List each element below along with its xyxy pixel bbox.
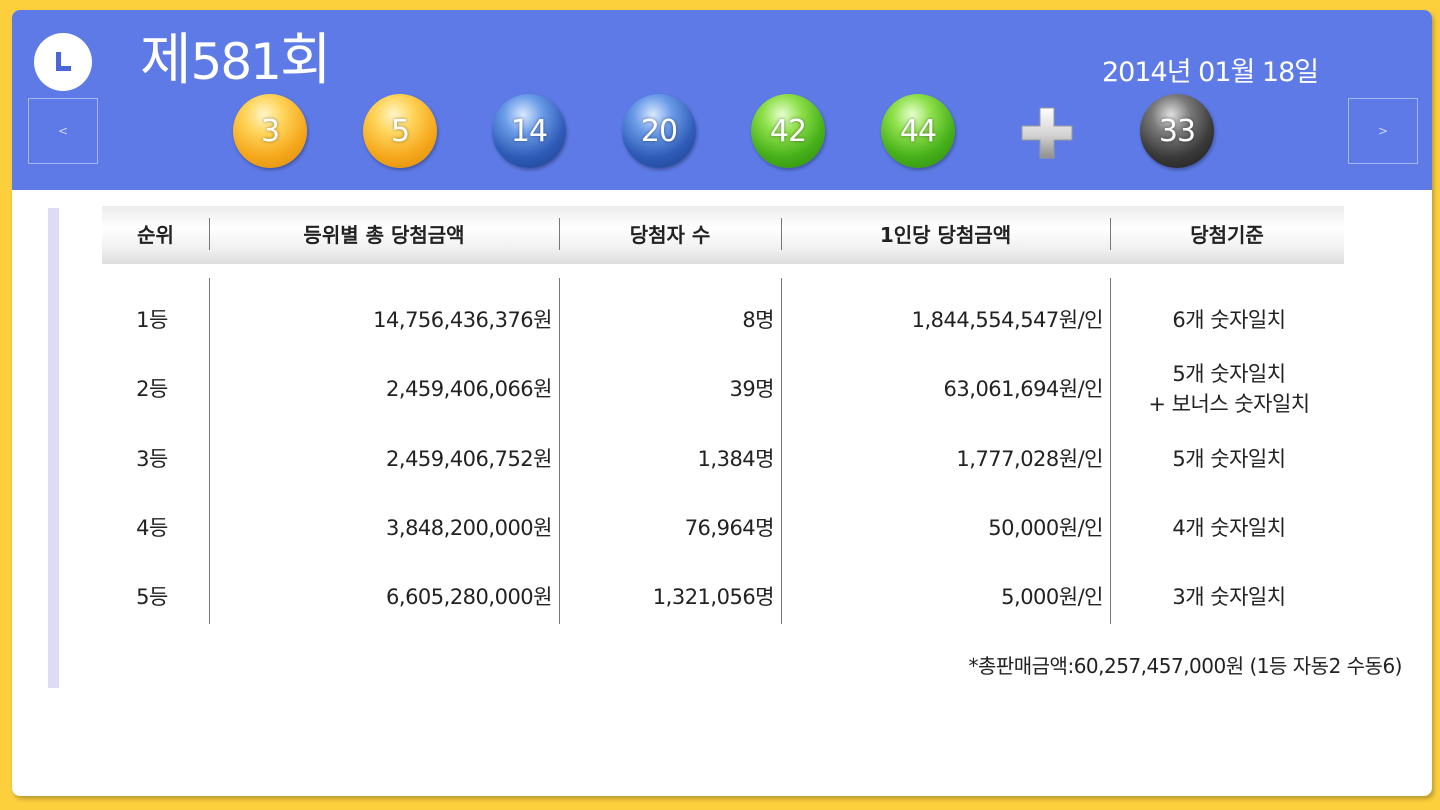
rank-cell: 1등 xyxy=(136,308,168,332)
per-person-cell: 1,777,028원/인 xyxy=(956,447,1103,471)
table-header: 순위 등위별 총 당첨금액 당첨자 수 1인당 당첨금액 당첨기준 xyxy=(102,206,1344,264)
side-accent-bar xyxy=(48,208,59,688)
total-prize-cell: 2,459,406,066원 xyxy=(386,377,552,401)
chevron-right-icon: > xyxy=(1377,124,1389,138)
header-divider xyxy=(1110,218,1111,250)
rank-cell: 2등 xyxy=(136,377,168,401)
rank-cell: 3등 xyxy=(136,447,168,471)
bonus-ball: 33 xyxy=(1140,94,1214,168)
winning-ball-3: 14 xyxy=(492,94,566,168)
header-total-prize: 등위별 총 당첨금액 xyxy=(303,223,465,247)
winner-count-cell: 1,384명 xyxy=(697,447,775,471)
column-divider xyxy=(781,278,782,624)
next-draw-button[interactable]: > xyxy=(1348,98,1418,164)
header-per-person: 1인당 당첨금액 xyxy=(879,223,1012,247)
total-sales-note: *총판매금액:60,257,457,000원 (1등 자동2 수동6) xyxy=(968,654,1402,678)
criteria-cell: 5개 숫자일치 xyxy=(1172,447,1286,471)
header-criteria: 당첨기준 xyxy=(1190,223,1264,247)
winner-count-cell: 8명 xyxy=(742,308,774,332)
total-prize-cell: 2,459,406,752원 xyxy=(386,447,552,471)
winning-ball-1: 3 xyxy=(233,94,307,168)
header-divider xyxy=(781,218,782,250)
criteria-cell: 6개 숫자일치 xyxy=(1172,308,1286,332)
lotto-logo-icon xyxy=(34,33,92,91)
total-prize-cell: 3,848,200,000원 xyxy=(386,516,552,540)
winner-count-cell: 39명 xyxy=(729,377,774,401)
draw-title-suffix: 회 xyxy=(279,28,332,93)
plus-icon xyxy=(1021,107,1073,159)
winning-ball-6: 44 xyxy=(881,94,955,168)
rank-cell: 5등 xyxy=(136,585,168,609)
draw-title-prefix: 제 xyxy=(140,28,192,93)
header-rank: 순위 xyxy=(137,223,174,247)
criteria-cell: 4개 숫자일치 xyxy=(1172,516,1286,540)
header-divider xyxy=(209,218,210,250)
winning-ball-2: 5 xyxy=(363,94,437,168)
total-prize-cell: 14,756,436,376원 xyxy=(373,308,552,332)
draw-title: 제581회 xyxy=(140,26,331,96)
result-card: 제581회 2014년 01월 18일 < > 3 5 14 20 42 44 … xyxy=(12,10,1432,796)
winning-ball-4: 20 xyxy=(622,94,696,168)
criteria-bonus-cell: + 보너스 숫자일치 xyxy=(1148,392,1310,416)
draw-number: 581 xyxy=(190,33,282,91)
chevron-left-icon: < xyxy=(57,124,69,138)
rank-cell: 4등 xyxy=(136,516,168,540)
draw-date: 2014년 01월 18일 xyxy=(1102,57,1319,88)
winner-count-cell: 1,321,056명 xyxy=(652,585,775,609)
winning-ball-5: 42 xyxy=(751,94,825,168)
per-person-cell: 50,000원/인 xyxy=(988,516,1103,540)
per-person-cell: 63,061,694원/인 xyxy=(943,377,1104,401)
header-winner-count: 당첨자 수 xyxy=(629,223,711,247)
header-divider xyxy=(559,218,560,250)
total-prize-cell: 6,605,280,000원 xyxy=(386,585,552,609)
column-divider xyxy=(209,278,210,624)
column-divider xyxy=(1110,278,1111,624)
per-person-cell: 1,844,554,547원/인 xyxy=(911,308,1104,332)
winner-count-cell: 76,964명 xyxy=(684,516,775,540)
prev-draw-button[interactable]: < xyxy=(28,98,98,164)
column-divider xyxy=(559,278,560,624)
per-person-cell: 5,000원/인 xyxy=(1001,585,1103,609)
draw-header: 제581회 2014년 01월 18일 < > 3 5 14 20 42 44 … xyxy=(12,10,1432,190)
criteria-cell: 3개 숫자일치 xyxy=(1172,585,1286,609)
criteria-cell: 5개 숫자일치 xyxy=(1172,362,1286,386)
